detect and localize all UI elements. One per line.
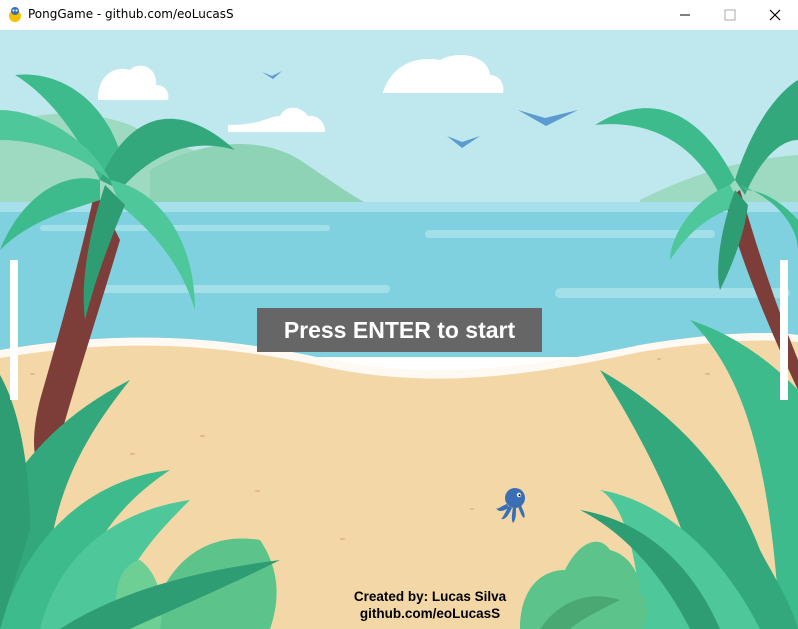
window-title: PongGame - github.com/eoLucasS bbox=[28, 7, 234, 21]
close-icon bbox=[769, 9, 781, 21]
credit-author: Created by: Lucas Silva bbox=[353, 589, 507, 604]
start-prompt: Press ENTER to start bbox=[257, 308, 542, 352]
maximize-icon bbox=[724, 9, 736, 21]
left-paddle bbox=[10, 260, 18, 400]
minimize-button[interactable] bbox=[662, 0, 708, 30]
minimize-icon bbox=[680, 14, 690, 16]
game-canvas[interactable]: Press ENTER to start Created by: Lucas S… bbox=[0, 30, 798, 629]
octopus-ball bbox=[496, 488, 525, 523]
right-paddle bbox=[780, 260, 788, 400]
maximize-button[interactable] bbox=[707, 0, 753, 30]
pygame-snake-icon bbox=[9, 7, 21, 22]
window-titlebar: PongGame - github.com/eoLucasS bbox=[0, 0, 798, 31]
credit-link: github.com/eoLucasS bbox=[359, 606, 501, 621]
credits: Created by: Lucas Silva github.com/eoLuc… bbox=[330, 588, 530, 622]
close-button[interactable] bbox=[752, 0, 798, 30]
